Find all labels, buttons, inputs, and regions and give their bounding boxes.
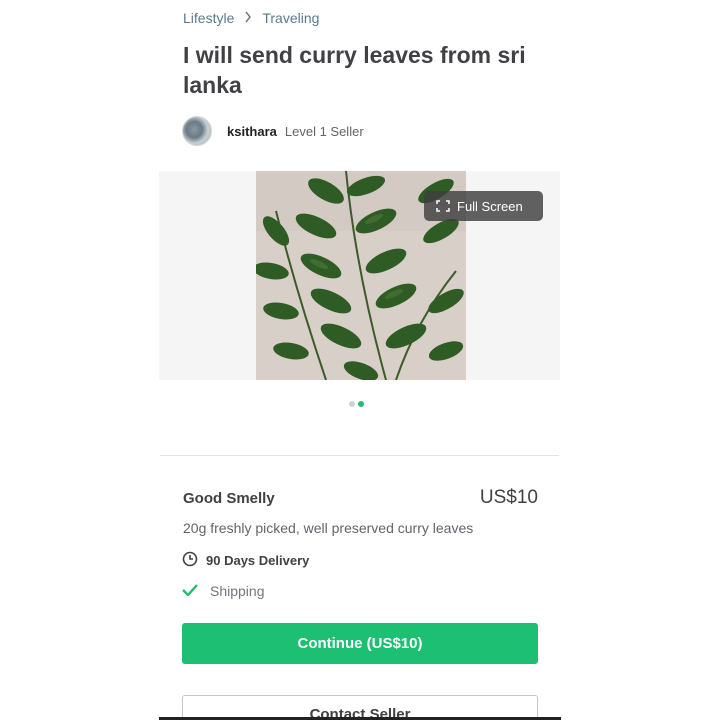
divider [160, 455, 559, 456]
package-name: Good Smelly [183, 490, 275, 507]
delivery-label: 90 Days Delivery [206, 553, 310, 568]
breadcrumb-traveling[interactable]: Traveling [262, 10, 319, 26]
gallery-dot-2[interactable] [358, 401, 364, 407]
feature-label: Shipping [210, 583, 265, 599]
breadcrumb-lifestyle[interactable]: Lifestyle [183, 10, 234, 26]
delivery-info: 90 Days Delivery [182, 551, 309, 570]
clock-icon [182, 551, 206, 570]
full-screen-button[interactable]: Full Screen [424, 191, 543, 221]
package-description: 20g freshly picked, well preserved curry… [183, 520, 474, 536]
full-screen-label: Full Screen [457, 198, 523, 214]
continue-button[interactable]: Continue (US$10) [182, 623, 538, 664]
gallery-pagination [349, 401, 367, 407]
expand-icon [436, 200, 450, 212]
avatar[interactable] [182, 116, 212, 146]
gallery-dot-1[interactable] [349, 401, 355, 407]
seller-name[interactable]: ksithara [227, 124, 277, 139]
breadcrumb: Lifestyle Traveling [183, 10, 319, 26]
gig-gallery[interactable]: Full Screen [159, 171, 560, 380]
package-price: US$10 [479, 487, 538, 508]
seller-info: ksithara Level 1 Seller [182, 116, 364, 146]
gig-title: I will send curry leaves from sri lanka [183, 42, 526, 98]
seller-level: Level 1 Seller [284, 123, 364, 139]
chevron-right-icon [244, 10, 252, 26]
checkmark-icon [182, 583, 210, 599]
feature-item: Shipping [182, 583, 265, 599]
